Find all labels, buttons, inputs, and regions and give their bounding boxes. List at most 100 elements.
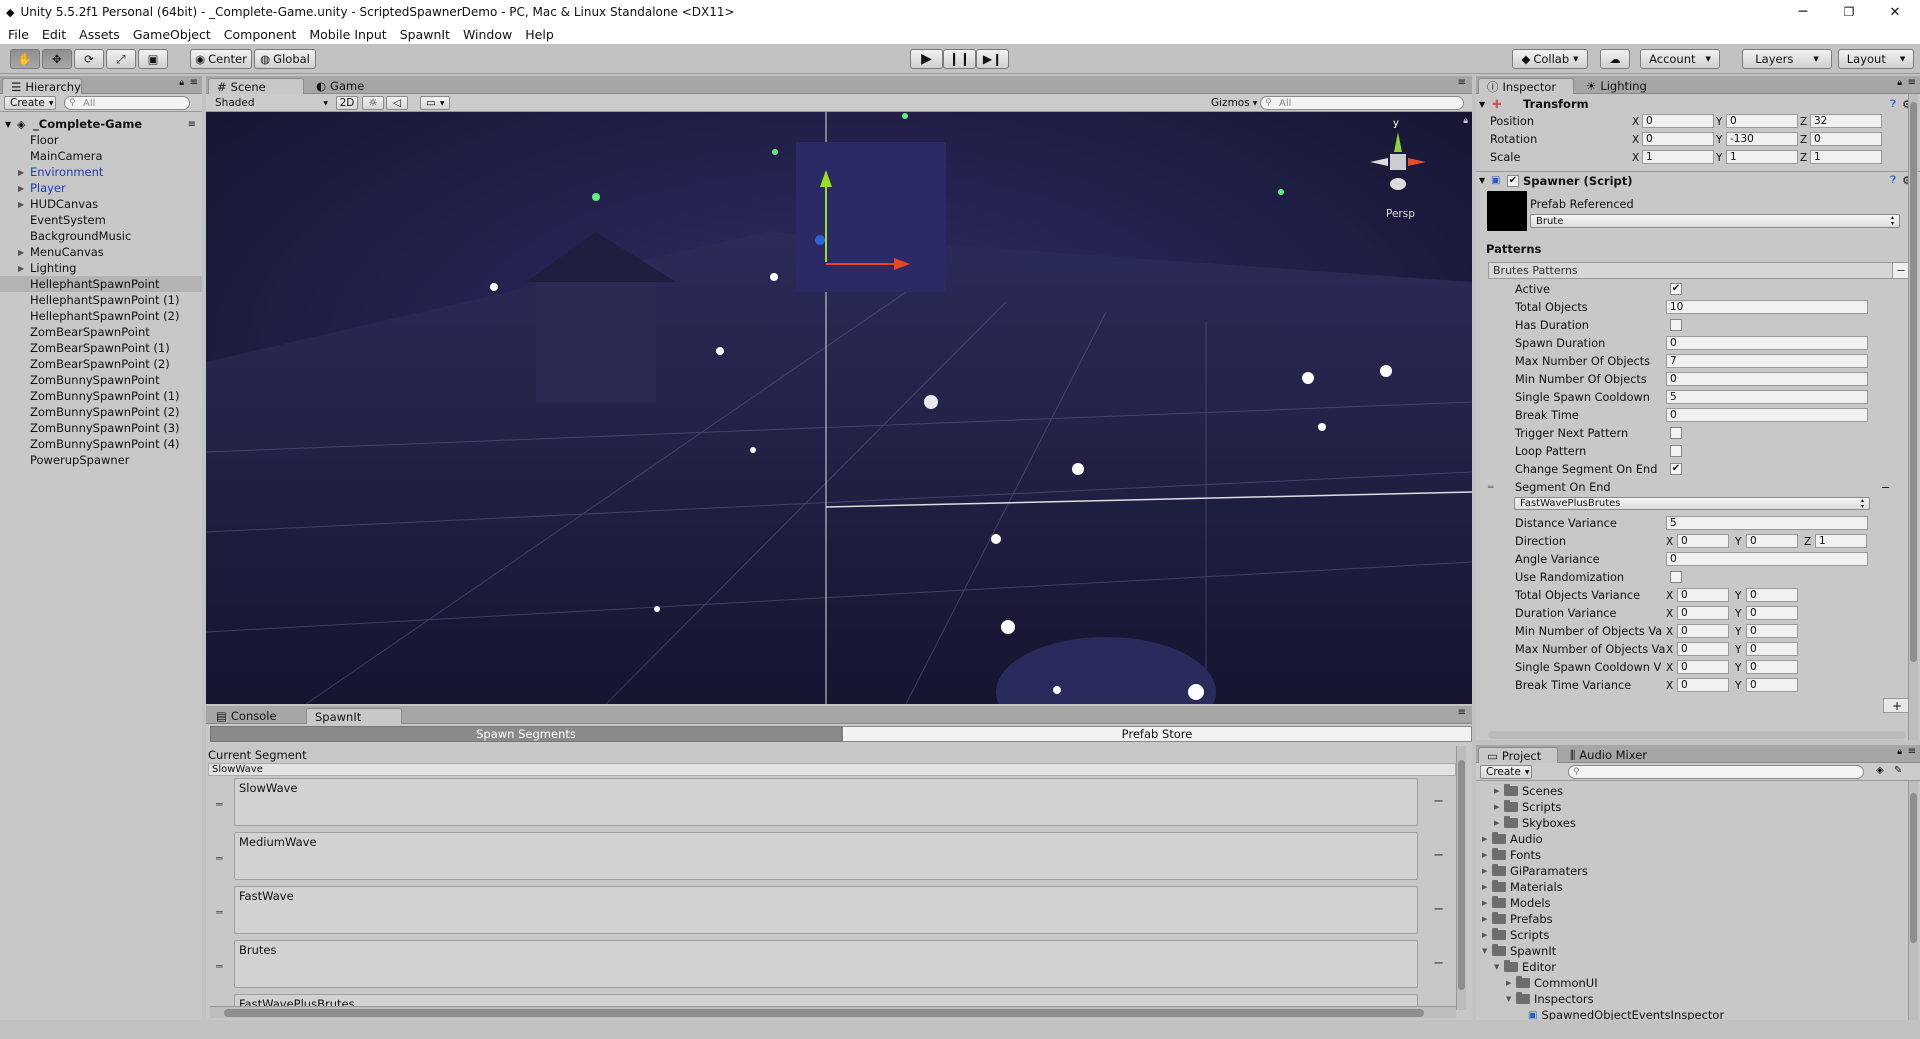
transform-x-field[interactable]: 1	[1642, 150, 1714, 164]
tab-lighting[interactable]: ☀ Lighting	[1578, 78, 1664, 94]
variance-y-field[interactable]: 0	[1746, 642, 1798, 656]
chevron-right-icon[interactable]: ▶	[1494, 787, 1504, 795]
pattern-input[interactable]: 5	[1666, 390, 1868, 404]
scene-search-input[interactable]: ⚲ All	[1260, 96, 1464, 110]
variance-y-field[interactable]: 0	[1746, 606, 1798, 620]
hierarchy-item[interactable]: ▶ MenuCanvas	[0, 244, 202, 260]
project-item[interactable]: ▶ Scripts	[1494, 799, 1561, 815]
scrollbar-thumb[interactable]	[224, 1009, 1424, 1017]
pattern-input[interactable]: 0	[1666, 408, 1868, 422]
close-button[interactable]: ✕	[1872, 0, 1918, 24]
pivot-center-button[interactable]: ◉ Center	[190, 49, 252, 69]
project-item[interactable]: ▶ Scripts	[1482, 927, 1549, 943]
project-item[interactable]: ▼ Editor	[1494, 959, 1556, 975]
layers-button[interactable]: Layers ▼	[1742, 49, 1832, 69]
menu-component[interactable]: Component	[224, 27, 297, 42]
segment-item[interactable]: MediumWave	[234, 832, 1418, 880]
hierarchy-item[interactable]: BackgroundMusic	[0, 228, 202, 244]
lock-icon[interactable]: 🔒︎	[179, 78, 184, 88]
chevron-right-icon[interactable]: ▶	[1482, 931, 1492, 939]
help-icon[interactable]: ❓︎	[1890, 99, 1896, 110]
prefab-dropdown[interactable]: Brute	[1530, 214, 1900, 228]
drag-handle-icon[interactable]: ═	[216, 960, 223, 973]
add-pattern-button[interactable]: +	[1883, 698, 1911, 713]
hierarchy-item[interactable]: ZomBunnySpawnPoint (3)	[0, 420, 202, 436]
hierarchy-item[interactable]: ZomBunnySpawnPoint (1)	[0, 388, 202, 404]
spawner-header[interactable]: ▼ ▣ ✔ Spawner (Script) ❓︎ ⚙	[1476, 171, 1920, 189]
scrollbar-thumb[interactable]	[1458, 760, 1465, 990]
play-button[interactable]: ▶	[910, 49, 943, 69]
chevron-right-icon[interactable]: ▶	[1482, 867, 1492, 875]
hierarchy-item[interactable]: MainCamera	[0, 148, 202, 164]
rotate-tool-button[interactable]: ⟳	[74, 49, 104, 69]
pattern-checkbox[interactable]: ✔	[1670, 283, 1682, 295]
persp-label[interactable]: Persp	[1386, 208, 1415, 220]
cloud-button[interactable]: ☁	[1600, 49, 1630, 69]
chevron-right-icon[interactable]: ▶	[1482, 851, 1492, 859]
variance-y-field[interactable]: 0	[1746, 624, 1798, 638]
project-item[interactable]: ▶ Fonts	[1482, 847, 1541, 863]
direction-x-field[interactable]: 0	[1677, 534, 1729, 548]
hierarchy-item[interactable]: ▶ HUDCanvas	[0, 196, 202, 212]
project-item[interactable]: ▶ Materials	[1482, 879, 1563, 895]
pause-button[interactable]: ❙❙	[943, 49, 976, 69]
angle-variance-input[interactable]: 0	[1666, 552, 1868, 566]
variance-x-field[interactable]: 0	[1677, 606, 1729, 620]
chevron-right-icon[interactable]: ▶	[1482, 883, 1492, 891]
pattern-checkbox[interactable]	[1670, 427, 1682, 439]
hierarchy-item[interactable]: ▶ Player	[0, 180, 202, 196]
menu-help[interactable]: Help	[525, 27, 554, 42]
menu-mobile-input[interactable]: Mobile Input	[309, 27, 386, 42]
chevron-right-icon[interactable]: ▶	[18, 184, 24, 193]
project-item[interactable]: ▶ Models	[1482, 895, 1551, 911]
rect-tool-button[interactable]: ▣	[138, 49, 168, 69]
step-button[interactable]: ▶❙	[976, 49, 1009, 69]
transform-z-field[interactable]: 1	[1810, 150, 1882, 164]
project-item[interactable]: ▶ CommonUI	[1506, 975, 1598, 991]
tab-game[interactable]: ◐ Game	[308, 78, 378, 94]
variance-x-field[interactable]: 0	[1677, 624, 1729, 638]
menu-gameobject[interactable]: GameObject	[133, 27, 211, 42]
tab-spawnit[interactable]: SpawnIt	[306, 708, 402, 724]
chevron-right-icon[interactable]: ▶	[18, 168, 24, 177]
scene-effects-button[interactable]: ▭ ▼	[420, 96, 450, 110]
2d-toggle-button[interactable]: 2D	[336, 96, 358, 110]
hierarchy-item[interactable]: ZomBunnySpawnPoint (4)	[0, 436, 202, 452]
transform-y-field[interactable]: 1	[1726, 150, 1798, 164]
project-create-button[interactable]: Create ▼	[1480, 765, 1532, 779]
horizontal-scrollbar[interactable]	[210, 1006, 1456, 1018]
hierarchy-item[interactable]: ZomBunnySpawnPoint (2)	[0, 404, 202, 420]
menu-window[interactable]: Window	[463, 27, 512, 42]
drag-handle-icon[interactable]: ═	[216, 906, 223, 919]
pattern-input[interactable]: 10	[1666, 300, 1868, 314]
scene-viewport[interactable]: y Persp 🔒︎	[206, 112, 1472, 704]
menu-file[interactable]: File	[8, 27, 29, 42]
menu-edit[interactable]: Edit	[42, 27, 66, 42]
variance-x-field[interactable]: 0	[1677, 588, 1729, 602]
chevron-right-icon[interactable]: ▶	[18, 264, 24, 273]
hierarchy-item[interactable]: HellephantSpawnPoint	[0, 276, 202, 292]
remove-segment-button[interactable]: −	[1881, 481, 1890, 494]
hierarchy-item[interactable]: HellephantSpawnPoint (2)	[0, 308, 202, 324]
remove-segment-button[interactable]: −	[1433, 956, 1444, 971]
project-item[interactable]: ▶ GiParamaters	[1482, 863, 1588, 879]
minimize-button[interactable]: ─	[1780, 0, 1826, 24]
pattern-checkbox[interactable]: ✔	[1670, 463, 1682, 475]
chevron-down-icon[interactable]: ▼	[1506, 995, 1516, 1003]
variance-y-field[interactable]: 0	[1746, 660, 1798, 674]
segment-item[interactable]: Brutes	[234, 940, 1418, 988]
project-item[interactable]: ▶ Prefabs	[1482, 911, 1553, 927]
menu-assets[interactable]: Assets	[79, 27, 120, 42]
layout-button[interactable]: Layout ▼	[1838, 49, 1914, 69]
pattern-checkbox[interactable]	[1670, 319, 1682, 331]
drag-handle-icon[interactable]: ═	[1488, 483, 1493, 493]
menu-spawnit[interactable]: SpawnIt	[400, 27, 450, 42]
transform-x-field[interactable]: 0	[1642, 132, 1714, 146]
hierarchy-item[interactable]: PowerupSpawner	[0, 452, 202, 468]
hierarchy-item[interactable]: HellephantSpawnPoint (1)	[0, 292, 202, 308]
pattern-checkbox[interactable]	[1670, 445, 1682, 457]
scrollbar-thumb[interactable]	[1910, 102, 1917, 662]
project-item[interactable]: ▶ Scenes	[1494, 783, 1563, 799]
lock-icon[interactable]: 🔒︎	[1463, 116, 1468, 126]
chevron-right-icon[interactable]: ▶	[1506, 979, 1516, 987]
